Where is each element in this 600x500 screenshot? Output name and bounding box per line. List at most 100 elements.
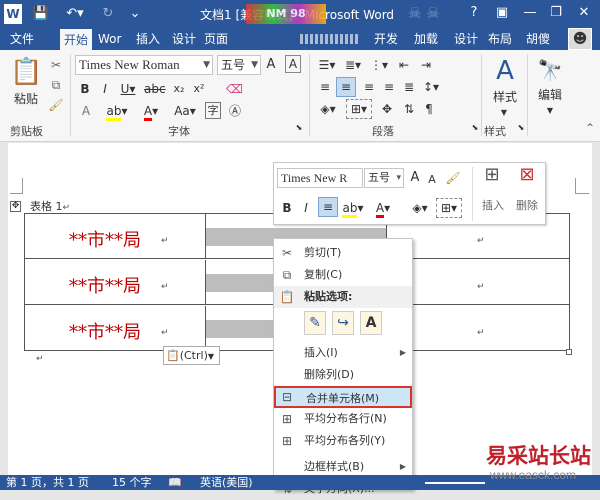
align-center-icon[interactable]: ≡ bbox=[336, 77, 356, 97]
language[interactable]: 英语(美国) bbox=[200, 475, 253, 490]
superscript-icon[interactable]: x² bbox=[192, 80, 206, 98]
help-icon[interactable]: ? bbox=[462, 2, 486, 24]
save-icon[interactable]: 💾 bbox=[32, 5, 50, 23]
shading-icon[interactable]: ◈▾ bbox=[316, 100, 340, 118]
menu-item-copy[interactable]: ⧉ 复制(C) bbox=[274, 264, 412, 286]
table-resize-handle[interactable] bbox=[566, 349, 572, 355]
borders-icon[interactable]: ⊞▾ bbox=[346, 99, 372, 119]
subscript-icon[interactable]: x₂ bbox=[172, 80, 186, 98]
show-marks-icon[interactable]: ¶ bbox=[420, 100, 438, 118]
align-left-icon[interactable]: ≡ bbox=[316, 78, 334, 96]
change-case-icon[interactable]: Aa▾ bbox=[172, 102, 198, 120]
multilevel-list-icon[interactable]: ⋮▾ bbox=[368, 56, 390, 74]
undo-icon[interactable]: ↶▾ bbox=[62, 5, 88, 23]
customize-qat-icon[interactable]: ⌄ bbox=[128, 5, 142, 23]
zoom-slider[interactable] bbox=[425, 482, 485, 484]
user-name[interactable]: 胡傻 bbox=[522, 28, 554, 50]
tab-design[interactable]: 设计 bbox=[168, 28, 200, 50]
binoculars-icon[interactable]: 🔭 bbox=[536, 56, 564, 84]
justify-icon[interactable]: ≡ bbox=[380, 78, 398, 96]
tab-home[interactable]: 开始 bbox=[60, 29, 93, 50]
italic-icon[interactable]: I bbox=[98, 80, 112, 98]
format-painter-icon[interactable]: 🖌 bbox=[444, 169, 462, 187]
menu-item-insert[interactable]: 插入(I) ▶ bbox=[274, 342, 412, 364]
styles-icon[interactable]: A bbox=[488, 54, 522, 88]
sort-icon[interactable]: ⇅ bbox=[400, 100, 418, 118]
clear-formatting-icon[interactable]: ⌫ bbox=[226, 80, 243, 98]
word-count[interactable]: 15 个字 bbox=[112, 475, 152, 490]
restore-button[interactable]: ❐ bbox=[544, 2, 568, 24]
character-border-icon[interactable]: A bbox=[285, 55, 301, 73]
cut-icon[interactable]: ✂ bbox=[48, 56, 64, 74]
page-count[interactable]: 第 1 页，共 1 页 bbox=[6, 475, 89, 490]
font-dialog-launcher-icon[interactable]: ⬊ bbox=[294, 123, 304, 133]
decrease-indent-icon[interactable]: ⇤ bbox=[396, 56, 412, 74]
paste-button[interactable]: 粘贴 bbox=[10, 90, 42, 108]
chevron-down-icon[interactable]: ▾ bbox=[396, 169, 401, 187]
paste-merge-formatting-icon[interactable]: ↪ bbox=[332, 311, 354, 335]
bold-icon[interactable]: B bbox=[280, 199, 294, 217]
chevron-down-icon[interactable]: ▼ bbox=[251, 56, 258, 74]
delete-table-icon[interactable]: ⊠ bbox=[512, 166, 542, 188]
font-name-combo[interactable]: Times New Roman ▼ bbox=[75, 55, 213, 75]
menu-item-merge-cells[interactable]: ⊟ 合并单元格(M) bbox=[274, 386, 412, 408]
line-spacing-icon[interactable]: ↕▾ bbox=[420, 78, 442, 96]
grow-font-icon[interactable]: A bbox=[264, 56, 278, 74]
underline-icon[interactable]: U▾ bbox=[118, 80, 138, 98]
text-effects-icon[interactable]: A bbox=[78, 102, 94, 120]
highlight-icon[interactable]: ab▾ bbox=[342, 199, 364, 218]
numbering-icon[interactable]: ≣▾ bbox=[342, 56, 364, 74]
tab-layout[interactable]: 布局 bbox=[484, 28, 516, 50]
paste-keep-source-icon[interactable]: ✎ bbox=[304, 311, 326, 335]
mini-font-size-combo[interactable]: 五号 ▾ bbox=[364, 168, 404, 188]
highlight-icon[interactable]: ab▾ bbox=[106, 102, 128, 121]
mini-font-name-combo[interactable]: Times New R bbox=[277, 168, 363, 188]
paste-options-button[interactable]: 📋(Ctrl)▼ bbox=[163, 346, 220, 365]
borders-icon[interactable]: ⊞▾ bbox=[436, 198, 462, 218]
menu-item-cut[interactable]: ✂ 剪切(T) bbox=[274, 242, 412, 264]
enclose-character-icon[interactable]: 字 bbox=[205, 102, 221, 119]
close-button[interactable]: ✕ bbox=[572, 2, 596, 24]
strikethrough-icon[interactable]: abc bbox=[144, 80, 166, 98]
phonetic-guide-icon[interactable]: Ⓐ bbox=[226, 102, 244, 120]
menu-item-delete-column[interactable]: 删除列(D) bbox=[274, 364, 412, 386]
chevron-down-icon[interactable]: ▼ bbox=[544, 102, 556, 120]
copy-icon[interactable]: ⧉ bbox=[48, 76, 64, 94]
menu-item-distribute-columns[interactable]: ⊞ 平均分布各列(Y) bbox=[274, 430, 412, 452]
redo-icon[interactable]: ↻ bbox=[100, 5, 116, 23]
bold-icon[interactable]: B bbox=[78, 80, 92, 98]
align-right-icon[interactable]: ≡ bbox=[360, 78, 378, 96]
distributed-icon[interactable]: ≣ bbox=[400, 78, 418, 96]
align-center-icon[interactable]: ≡ bbox=[318, 197, 338, 217]
ribbon-display-icon[interactable]: ▣ bbox=[490, 2, 514, 24]
insert-table-icon[interactable]: ⊞ bbox=[477, 166, 507, 188]
chevron-down-icon[interactable]: ▼ bbox=[203, 56, 210, 74]
shrink-font-icon[interactable]: A bbox=[426, 171, 438, 189]
mini-insert-button[interactable]: 插入 bbox=[479, 197, 507, 215]
tab-page[interactable]: 页面 bbox=[200, 28, 232, 50]
paragraph-dialog-launcher-icon[interactable]: ⬊ bbox=[470, 123, 480, 133]
shading-icon[interactable]: ◈▾ bbox=[408, 199, 432, 217]
chinese-layout-icon[interactable]: ✥ bbox=[378, 100, 396, 118]
tab-insert[interactable]: 插入 bbox=[132, 28, 164, 50]
tab-addins[interactable]: 加载 bbox=[410, 28, 442, 50]
tab-developer[interactable]: 开发 bbox=[370, 28, 402, 50]
tab-file[interactable]: 文件 bbox=[6, 28, 39, 50]
paste-icon[interactable]: 📋 bbox=[10, 54, 42, 92]
format-painter-icon[interactable]: 🖌 bbox=[48, 96, 64, 114]
collapse-ribbon-icon[interactable]: ^ bbox=[584, 123, 596, 133]
mini-delete-button[interactable]: 删除 bbox=[513, 197, 541, 215]
table-move-handle-icon[interactable]: ✥ bbox=[10, 201, 21, 212]
bullets-icon[interactable]: ☰▾ bbox=[316, 56, 338, 74]
font-color-icon[interactable]: A▾ bbox=[372, 199, 394, 218]
avatar[interactable]: ☻ bbox=[568, 28, 592, 50]
tab-table-design[interactable]: 设计 bbox=[450, 28, 482, 50]
styles-dialog-launcher-icon[interactable]: ⬊ bbox=[516, 123, 526, 133]
proofing-icon[interactable]: 📖 bbox=[168, 475, 182, 490]
grow-font-icon[interactable]: A bbox=[408, 169, 422, 187]
increase-indent-icon[interactable]: ⇥ bbox=[418, 56, 434, 74]
chevron-down-icon[interactable]: ▼ bbox=[498, 104, 510, 122]
menu-item-distribute-rows[interactable]: ⊞ 平均分布各行(N) bbox=[274, 408, 412, 430]
paste-text-only-icon[interactable]: A bbox=[360, 311, 382, 335]
tab-wor[interactable]: Wor bbox=[94, 28, 125, 50]
